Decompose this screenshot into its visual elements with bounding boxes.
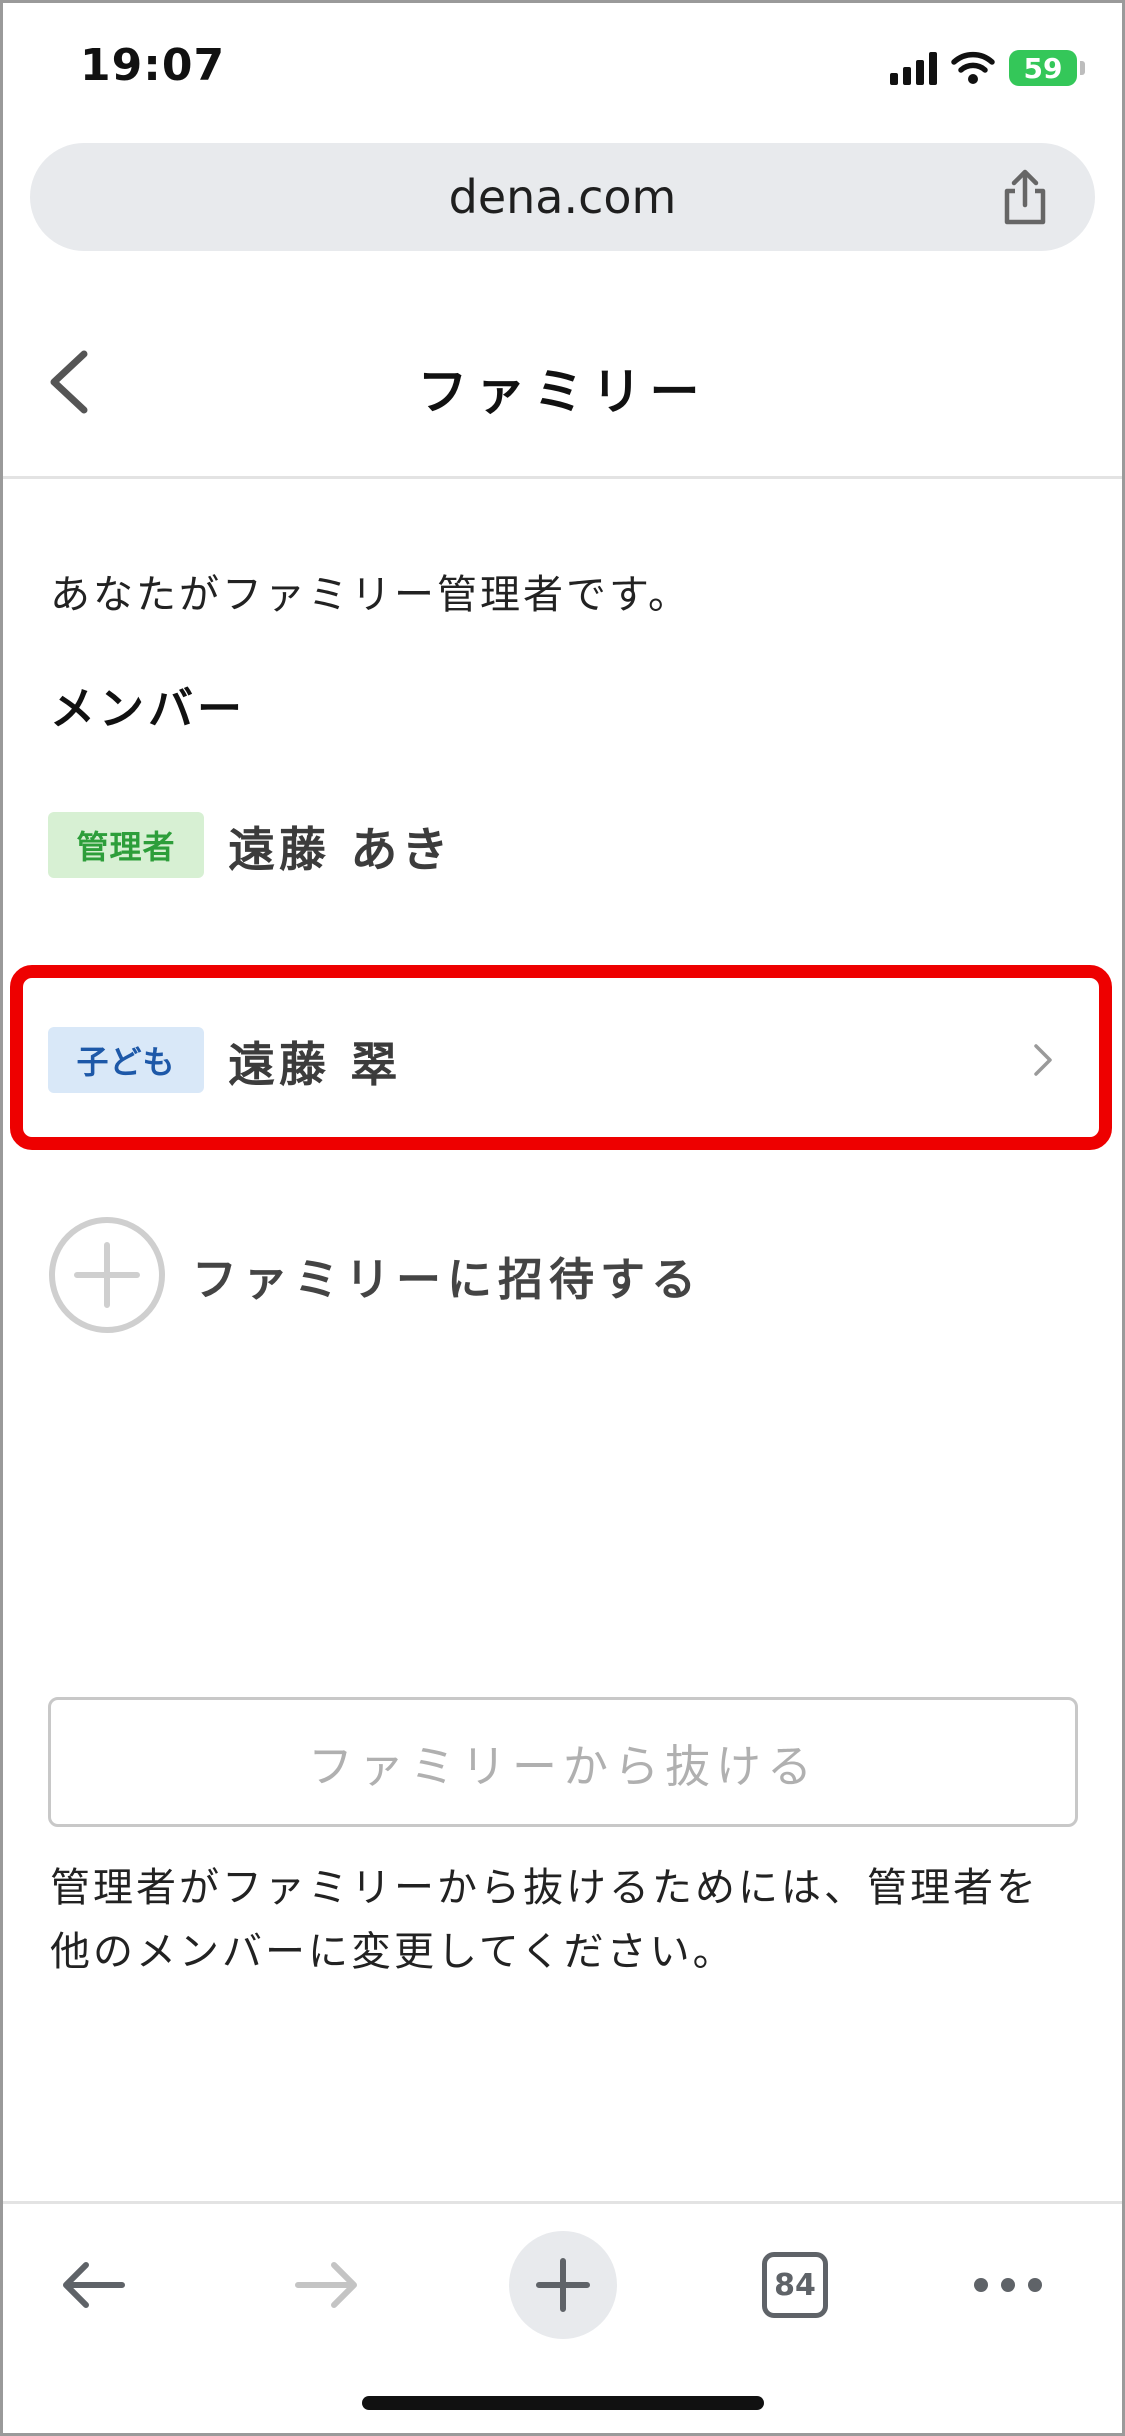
child-badge: 子ども	[48, 1027, 204, 1093]
arrow-left-icon	[63, 2262, 125, 2308]
plus-circle-icon	[49, 1217, 165, 1333]
admin-status-text: あなたがファミリー管理者です。	[50, 572, 691, 618]
invite-family-button[interactable]: ファミリーに招待する	[48, 1214, 702, 1336]
member-name: 遠藤 あき	[228, 822, 453, 878]
admin-badge: 管理者	[48, 812, 204, 878]
browser-forward-button[interactable]	[282, 2230, 372, 2340]
more-icon	[974, 2278, 1042, 2292]
share-icon[interactable]	[995, 167, 1055, 227]
leave-note: 管理者がファミリーから抜けるためには、管理者を他のメンバーに変更してください。	[50, 1865, 1039, 1975]
new-tab-button[interactable]	[508, 2230, 618, 2340]
battery-icon: 59	[1009, 50, 1085, 86]
header-divider	[0, 476, 1125, 479]
member-name: 遠藤 翠	[228, 1037, 402, 1093]
tab-count: 84	[762, 2252, 828, 2318]
page-title: ファミリー	[417, 363, 708, 421]
tab-switcher-button[interactable]: 84	[758, 2230, 832, 2340]
browser-back-button[interactable]	[48, 2230, 138, 2340]
status-time: 19:07	[80, 40, 226, 91]
status-icons: 59	[890, 46, 1085, 90]
address-bar[interactable]: dena.com	[30, 143, 1095, 251]
member-row-admin: 管理者 遠藤 あき	[48, 812, 452, 878]
invite-label: ファミリーに招待する	[192, 1252, 703, 1306]
member-row-child[interactable]: 子ども 遠藤 翠	[48, 1027, 401, 1093]
url-text[interactable]: dena.com	[30, 143, 1095, 251]
plus-icon	[536, 2258, 590, 2312]
home-indicator[interactable]	[362, 2396, 764, 2410]
chevron-right-icon[interactable]	[1028, 1040, 1058, 1080]
battery-level: 59	[1023, 51, 1063, 85]
arrow-right-icon	[295, 2262, 357, 2308]
new-tab-circle	[509, 2231, 617, 2339]
leave-family-button[interactable]: ファミリーから抜ける	[48, 1697, 1078, 1827]
wifi-icon	[951, 51, 995, 84]
more-menu-button[interactable]	[968, 2230, 1048, 2340]
toolbar-divider	[0, 2201, 1125, 2204]
members-heading: メンバー	[50, 682, 247, 735]
signal-icon	[890, 51, 937, 85]
